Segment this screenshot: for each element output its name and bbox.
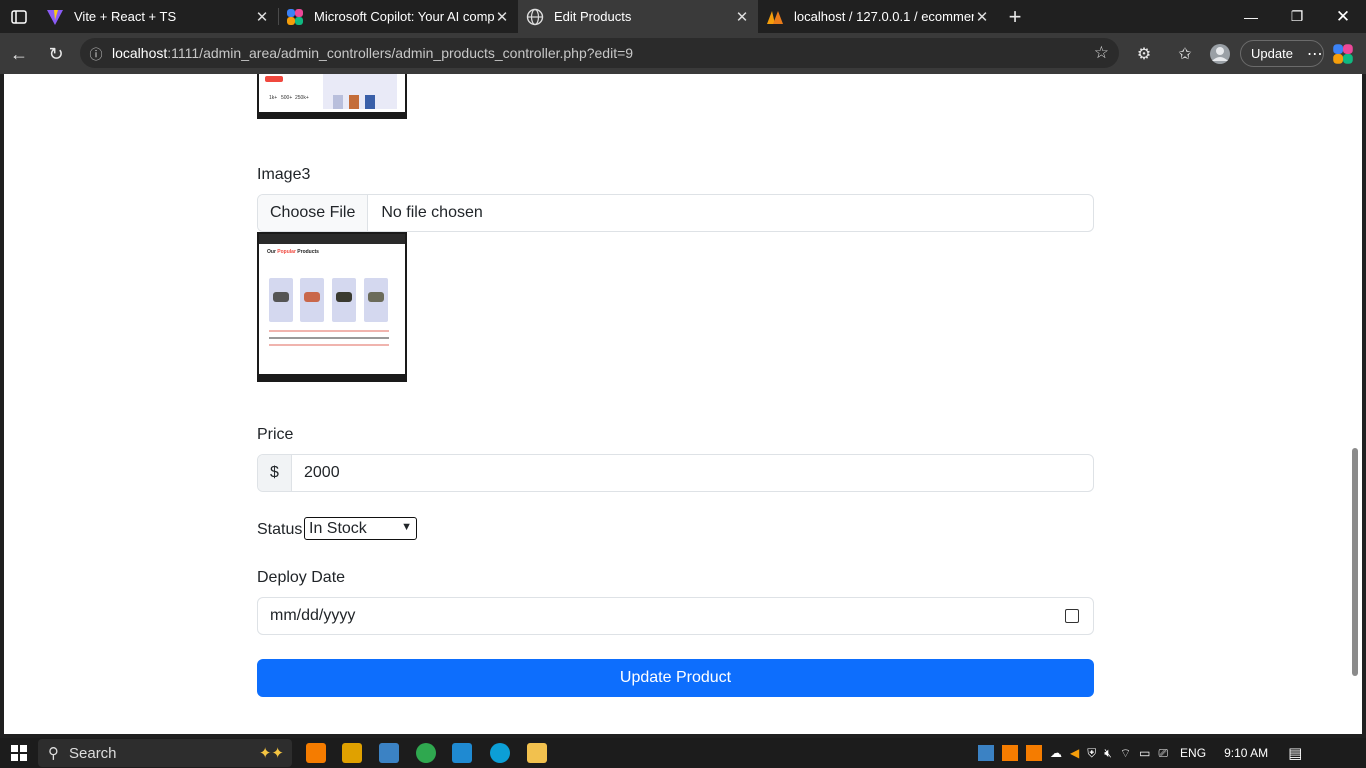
browser-update-button[interactable]: Update ⋯ [1240,40,1324,67]
back-icon[interactable]: ← [4,39,34,69]
minimize-icon[interactable]: — [1228,0,1274,33]
image3-preview: Our Popular Products [257,232,407,382]
copilot-sidebar-icon[interactable] [1328,39,1358,69]
edge-icon[interactable] [490,743,510,763]
vscode-icon[interactable] [452,743,472,763]
preview-stat: 1k+ [269,95,278,101]
preview-heading-prefix: Our [267,249,276,255]
status-selected-value: In Stock [309,519,367,537]
tab-title: Vite + React + TS [74,9,177,24]
url-host: localhost [112,45,168,61]
search-label: Search [69,744,117,762]
tray-xampp-icon[interactable] [1026,745,1042,761]
tab-title: localhost / 127.0.0.1 / ecommerce [794,9,974,24]
sparkle-icon: ✦✦ [258,745,284,762]
display-icon[interactable]: ⎚ [1158,746,1168,761]
vite-icon [47,9,63,25]
calendar-icon[interactable] [1065,609,1079,623]
close-icon[interactable]: ✕ [254,8,270,26]
new-tab-icon[interactable]: + [1000,2,1030,32]
refresh-icon[interactable]: ↻ [41,39,71,69]
close-icon[interactable]: ✕ [974,8,990,26]
tray-xampp-icon[interactable] [1002,745,1018,761]
image3-label: Image3 [257,166,311,183]
currency-addon: $ [258,455,292,491]
chevron-down-icon: ▼ [401,521,412,533]
image3-file-input[interactable]: Choose File No file chosen [257,194,1094,232]
favorites-icon[interactable]: ✩ [1170,39,1200,69]
extensions-icon[interactable]: ⚙ [1129,39,1159,69]
close-icon[interactable]: ✕ [734,8,750,26]
tab-title: Microsoft Copilot: Your AI compa [314,9,494,24]
language-indicator[interactable]: ENG [1180,746,1206,760]
speaker-alert-icon[interactable]: ◀ [1070,746,1079,760]
preview-stat: 500+ [281,95,293,101]
tab-phpmyadmin[interactable]: localhost / 127.0.0.1 / ecommerce ✕ [758,0,998,33]
site-info-icon[interactable]: ⓘ [80,44,112,63]
page-content: 1k+ 500+ 250k+ Image3 Choose File No fil… [4,74,1348,734]
filezilla-icon[interactable] [342,743,362,763]
phpmyadmin-icon [767,10,783,24]
update-label: Update [1251,46,1293,61]
preview-heading-suffix: Products [297,249,319,255]
rdp-icon[interactable] [379,743,399,763]
scrollbar-thumb[interactable] [1352,448,1358,676]
browser-toolbar: ← ↻ ⓘ localhost:1111/admin_area/admin_co… [0,33,1366,74]
profile-avatar[interactable] [1205,39,1235,69]
date-placeholder: mm/dd/yyyy [270,607,356,624]
battery-icon[interactable]: ▭ [1139,746,1150,760]
page-scrollbar[interactable] [1348,74,1362,734]
taskbar-search[interactable]: ⚲ Search ✦✦ [38,739,292,767]
image2-preview: 1k+ 500+ 250k+ [257,74,407,119]
close-icon[interactable]: ✕ [494,8,510,26]
start-icon[interactable] [4,738,34,768]
wifi-icon[interactable]: ⌔ [1120,746,1131,761]
file-status-text: No file chosen [381,204,483,221]
price-label: Price [257,426,294,443]
close-window-icon[interactable]: ✕ [1320,0,1366,33]
deploy-date-label: Deploy Date [257,569,346,586]
tab-vite[interactable]: Vite + React + TS ✕ [38,0,278,33]
price-input-group[interactable]: $ 2000 [257,454,1094,492]
notifications-icon[interactable]: ▤ [1288,744,1302,762]
security-icon[interactable]: ⛨ [1087,746,1096,761]
restore-icon[interactable]: ❐ [1274,0,1320,33]
globe-icon [526,8,544,25]
deploy-date-input[interactable]: mm/dd/yyyy [257,597,1094,635]
search-icon: ⚲ [48,745,59,762]
chrome-icon[interactable] [416,743,436,763]
onedrive-icon[interactable]: ☁ [1050,746,1062,760]
tab-title: Edit Products [554,9,632,24]
favorite-star-icon[interactable]: ☆ [1094,43,1109,63]
status-label: Status [257,521,303,538]
taskbar: ⚲ Search ✦✦ ☁ ◀ ⛨ 🔇︎ ⌔ ▭ ⎚ ENG 9:10 AM ▤ [0,738,1366,768]
tab-copilot[interactable]: Microsoft Copilot: Your AI compa ✕ [278,0,518,33]
volume-icon[interactable]: 🔇︎ [1104,746,1112,761]
tab-edit-products[interactable]: Edit Products ✕ [518,0,758,33]
tray-app-icon[interactable] [978,745,994,761]
file-explorer-icon[interactable] [527,743,547,763]
clock[interactable]: 9:10 AM [1224,746,1268,760]
tab-actions-icon[interactable] [4,2,34,32]
choose-file-button[interactable]: Choose File [258,195,369,231]
tab-bar: Vite + React + TS ✕ Microsoft Copilot: Y… [0,0,1366,33]
price-input[interactable]: 2000 [292,455,352,491]
preview-heading-accent: Popular [277,249,296,255]
update-product-button[interactable]: Update Product [257,659,1094,697]
address-bar[interactable]: ⓘ localhost:1111/admin_area/admin_contro… [80,38,1119,68]
preview-stat: 250k+ [295,95,309,101]
url-path: :1111/admin_area/admin_controllers/admin… [167,45,634,61]
xampp-icon[interactable] [306,743,326,763]
more-icon[interactable]: ⋯ [1307,44,1323,64]
status-select[interactable]: In Stock ▼ [304,517,417,540]
copilot-icon [287,8,303,25]
system-tray: ☁ ◀ ⛨ 🔇︎ ⌔ ▭ ⎚ ENG 9:10 AM ▤ [978,738,1302,768]
